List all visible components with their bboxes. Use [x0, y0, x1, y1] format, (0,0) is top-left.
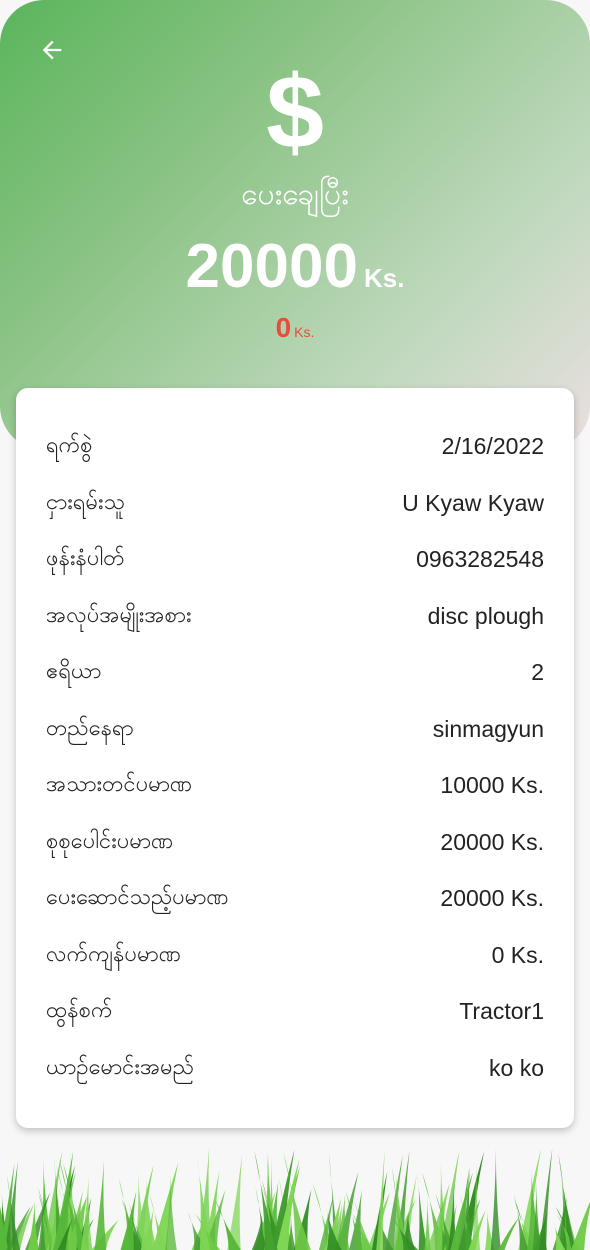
detail-row-balance: လက်ကျန်ပမာဏ 0 Ks. [46, 935, 544, 975]
detail-value: 20000 Ks. [440, 828, 544, 855]
detail-value: 2 [531, 658, 544, 685]
detail-label: အလုပ်အမျိုးအစား [46, 602, 192, 628]
detail-row-date: ရက်စွဲ 2/16/2022 [46, 426, 544, 466]
detail-label: အသားတင်ပမာဏ [46, 771, 193, 797]
dollar-icon: $ [266, 55, 324, 171]
paid-amount-value: 20000 [185, 232, 358, 301]
detail-value: ko ko [489, 1054, 544, 1081]
detail-row-phone: ဖုန်းနံပါတ် 0963282548 [46, 539, 544, 579]
detail-value: U Kyaw Kyaw [402, 489, 544, 516]
header-banner: $ ပေးချေပြီး 20000 Ks. 0 Ks. [0, 0, 590, 450]
detail-row-net-amount: အသားတင်ပမာဏ 10000 Ks. [46, 765, 544, 805]
detail-label: ဧရိယာ [46, 658, 102, 684]
balance-value: 0 [275, 312, 292, 343]
detail-value: 0963282548 [416, 545, 544, 572]
detail-value: 0 Ks. [491, 941, 544, 968]
detail-row-work-type: အလုပ်အမျိုးအစား disc plough [46, 596, 544, 636]
detail-value: 10000 Ks. [440, 771, 544, 798]
detail-value: sinmagyun [432, 715, 544, 742]
detail-value: Tractor1 [459, 997, 544, 1024]
detail-row-location: တည်နေရာ sinmagyun [46, 709, 544, 749]
balance-unit: Ks. [294, 324, 315, 340]
details-card: ရက်စွဲ 2/16/2022 ငှားရမ်းသူ U Kyaw Kyaw … [16, 388, 574, 1128]
detail-row-tractor: ထွန်စက် Tractor1 [46, 991, 544, 1031]
balance-amount: 0 Ks. [0, 312, 590, 344]
detail-row-renter: ငှားရမ်းသူ U Kyaw Kyaw [46, 483, 544, 523]
detail-label: လက်ကျန်ပမာဏ [46, 941, 181, 967]
paid-amount: 20000 Ks. [0, 232, 590, 302]
detail-label: ဖုန်းနံပါတ် [46, 545, 125, 571]
detail-label: စုစုပေါင်းပမာဏ [46, 828, 174, 854]
detail-label: ထွန်စက် [46, 997, 113, 1023]
detail-value: disc plough [427, 602, 544, 629]
payment-status: ပေးချေပြီး [241, 177, 349, 212]
detail-row-total-amount: စုစုပေါင်းပမာဏ 20000 Ks. [46, 822, 544, 862]
grass-decoration [0, 1146, 590, 1250]
detail-label: တည်နေရာ [46, 715, 134, 741]
detail-row-area: ဧရိယာ 2 [46, 652, 544, 692]
detail-label: ငှားရမ်းသူ [46, 489, 125, 515]
detail-value: 20000 Ks. [440, 884, 544, 911]
detail-value: 2/16/2022 [441, 432, 544, 459]
detail-label: ပေးဆောင်သည့်ပမာဏ [46, 884, 229, 910]
paid-amount-unit: Ks. [363, 263, 405, 293]
detail-label: ယာဉ်မောင်းအမည် [46, 1054, 194, 1080]
detail-row-driver: ယာဉ်မောင်းအမည် ko ko [46, 1048, 544, 1088]
detail-row-paid-amount: ပေးဆောင်သည့်ပမာဏ 20000 Ks. [46, 878, 544, 918]
detail-label: ရက်စွဲ [46, 432, 93, 458]
